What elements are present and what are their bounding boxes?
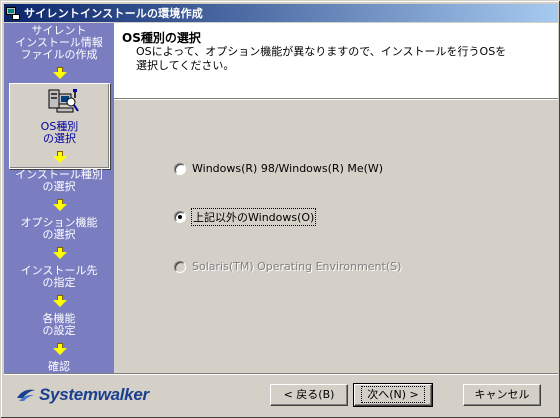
page-title: OS種別の選択: [122, 31, 201, 45]
step-arrow-down-icon: [53, 199, 67, 211]
cancel-button[interactable]: キャンセル: [463, 384, 541, 406]
computer-setup-icon: [48, 89, 79, 113]
radio-option-other-windows[interactable]: 上記以外のWindows(O): [174, 208, 317, 226]
systemwalker-logo: Systemwalker: [15, 385, 149, 405]
step-os-type-label: OS種別 の選択: [40, 120, 79, 145]
radio-button-checked[interactable]: [174, 211, 186, 223]
footer-divider: [4, 373, 558, 375]
radio-button-disabled: [174, 260, 186, 273]
step-arrow-down-icon: [53, 247, 67, 259]
window-title: サイレントインストールの環境作成: [24, 7, 203, 20]
step-arrow-down-icon: [53, 151, 67, 163]
os-options-panel: Windows(R) 98/Windows(R) Me(W) 上記以外のWind…: [114, 101, 558, 373]
step-install-destination: インストール先 の指定: [20, 264, 98, 289]
app-icon: [6, 6, 20, 20]
step-arrow-down-icon: [53, 295, 67, 307]
back-button[interactable]: < 戻る(B): [270, 384, 348, 406]
title-bar[interactable]: サイレントインストールの環境作成: [4, 4, 558, 22]
radio-button[interactable]: [174, 162, 186, 175]
step-feature-settings: 各機能 の設定: [42, 312, 76, 337]
radio-option-win98-me[interactable]: Windows(R) 98/Windows(R) Me(W): [174, 162, 383, 175]
step-create-info-file: サイレント インストール情報 ファイルの作成: [15, 24, 103, 61]
radio-option-solaris: Solaris(TM) Operating Environment(S): [174, 260, 401, 273]
step-option-features: オプション機能 の選択: [20, 216, 98, 241]
installer-window: サイレントインストールの環境作成 サイレント インストール情報 ファイルの作成: [0, 0, 560, 418]
wizard-steps-sidebar: サイレント インストール情報 ファイルの作成 OS種別 の選択 インストール種別…: [4, 23, 114, 373]
step-install-type: インストール種別 の選択: [15, 168, 103, 193]
step-arrow-down-icon: [53, 67, 67, 79]
next-button[interactable]: 次へ(N) >: [353, 383, 433, 407]
step-confirm: 確認: [48, 360, 70, 373]
page-header: OS種別の選択 OSによって、オプション機能が異なりますので、インストールを行う…: [114, 23, 558, 100]
page-description: OSによって、オプション機能が異なりますので、インストールを行うOSを 選択して…: [136, 45, 507, 72]
systemwalker-logo-icon: [17, 389, 35, 401]
step-arrow-down-icon: [53, 343, 67, 355]
